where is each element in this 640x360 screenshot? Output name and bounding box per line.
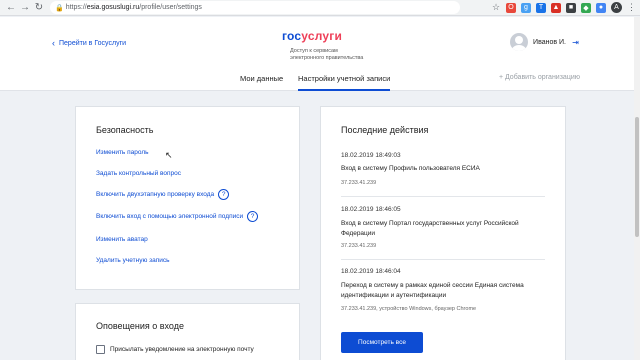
email-notification-option[interactable]: Присылать уведомление на электронную поч… xyxy=(96,345,254,354)
reload-icon[interactable]: ↻ xyxy=(32,1,46,15)
activity-ip: 37.233.41.239 xyxy=(341,180,377,186)
activity-description: Переход в систему в рамках единой сессии… xyxy=(341,282,524,299)
activity-ip: 37.233.41.239, устройство Windows, брауз… xyxy=(341,306,477,312)
email-notification-label[interactable]: Присылать уведомление на электронную поч… xyxy=(110,346,254,353)
security-question-link[interactable]: Задать контрольный вопрос xyxy=(96,170,181,177)
browser-toolbar: ← → ↻ 🔒 https://esia.gosuslugi.ru/profil… xyxy=(0,0,640,16)
back-to-gosuslugi-link[interactable]: ‹ Перейти в Госуслуги xyxy=(52,38,126,48)
security-title: Безопасность xyxy=(96,125,154,135)
divider xyxy=(341,196,545,197)
blue-ext-icon[interactable]: ● xyxy=(596,2,606,13)
two-step-verification-link[interactable]: Включить двухэтапную проверку входа? xyxy=(96,189,230,200)
user-name[interactable]: Иванов И. xyxy=(533,39,566,46)
green-ext-icon[interactable]: ◆ xyxy=(581,2,591,13)
activity-ip: 37.233.41.239 xyxy=(341,243,377,249)
page-scrollbar[interactable] xyxy=(634,17,640,360)
tab-account-settings[interactable]: Настройки учетной записи xyxy=(298,74,391,91)
url-path: /profile/user/settings xyxy=(139,4,202,11)
grammarly-icon[interactable]: g xyxy=(521,2,531,13)
back-arrow-icon[interactable]: ← xyxy=(4,1,18,15)
recent-activity-title: Последние действия xyxy=(341,125,429,135)
divider xyxy=(341,259,545,260)
e-signature-login-link[interactable]: Включить вход с помощью электронной подп… xyxy=(96,211,259,222)
mouse-cursor-icon: ↖ xyxy=(165,150,173,160)
activity-description: Вход в систему Профиль пользователя ЕСИА xyxy=(341,165,480,172)
tab-my-data[interactable]: Мои данные xyxy=(240,74,283,91)
activity-date: 18.02.2019 18:46:05 xyxy=(341,206,401,213)
activity-description: Вход в систему Портал государственных ус… xyxy=(341,220,519,237)
forward-arrow-icon[interactable]: → xyxy=(18,1,32,15)
site-header: ‹ Перейти в Госуслуги госуслуги Доступ к… xyxy=(0,17,640,91)
translate-icon[interactable]: T xyxy=(536,2,546,13)
menu-dots-icon[interactable]: ⋮ xyxy=(627,2,636,13)
notifications-title: Оповещения о входе xyxy=(96,321,184,331)
user-menu[interactable]: Иванов И. ⇥ xyxy=(510,33,580,51)
tagline: Доступ к сервисам электронного правитель… xyxy=(290,48,364,61)
url-host: esia.gosuslugi.ru xyxy=(86,4,140,11)
chevron-left-icon: ‹ xyxy=(52,38,55,48)
avatar[interactable] xyxy=(510,33,529,51)
back-link-label: Перейти в Госуслуги xyxy=(59,39,127,47)
profile-avatar-icon[interactable]: A xyxy=(611,2,622,13)
change-avatar-link[interactable]: Изменить аватар xyxy=(96,236,148,243)
opera-icon[interactable]: O xyxy=(506,2,516,13)
help-icon[interactable]: ? xyxy=(218,189,230,200)
scrollbar-thumb[interactable] xyxy=(635,117,639,237)
gosuslugi-logo[interactable]: госуслуги xyxy=(282,29,342,43)
bookmark-star-icon[interactable]: ☆ xyxy=(491,2,501,13)
activity-date: 18.02.2019 18:46:04 xyxy=(341,268,401,275)
lock-icon: 🔒 xyxy=(55,4,64,12)
dark-ext-icon[interactable]: ■ xyxy=(566,2,576,13)
address-bar[interactable]: 🔒 https://esia.gosuslugi.ru/profile/user… xyxy=(50,1,460,14)
url-scheme: https:// xyxy=(65,4,87,11)
activity-date: 18.02.2019 18:49:03 xyxy=(341,152,401,159)
red-ext-icon[interactable]: ▲ xyxy=(551,2,561,13)
email-notification-checkbox[interactable] xyxy=(96,345,105,354)
change-password-link[interactable]: Изменить пароль xyxy=(96,149,149,156)
logout-icon[interactable]: ⇥ xyxy=(571,38,580,47)
delete-account-link[interactable]: Удалить учетную запись xyxy=(96,257,170,264)
help-icon[interactable]: ? xyxy=(247,211,259,222)
view-all-button[interactable]: Посмотреть все xyxy=(341,332,423,353)
add-organization-link[interactable]: + Добавить организацию xyxy=(499,74,580,81)
profile-tabs: Мои данные Настройки учетной записи + До… xyxy=(0,74,640,91)
